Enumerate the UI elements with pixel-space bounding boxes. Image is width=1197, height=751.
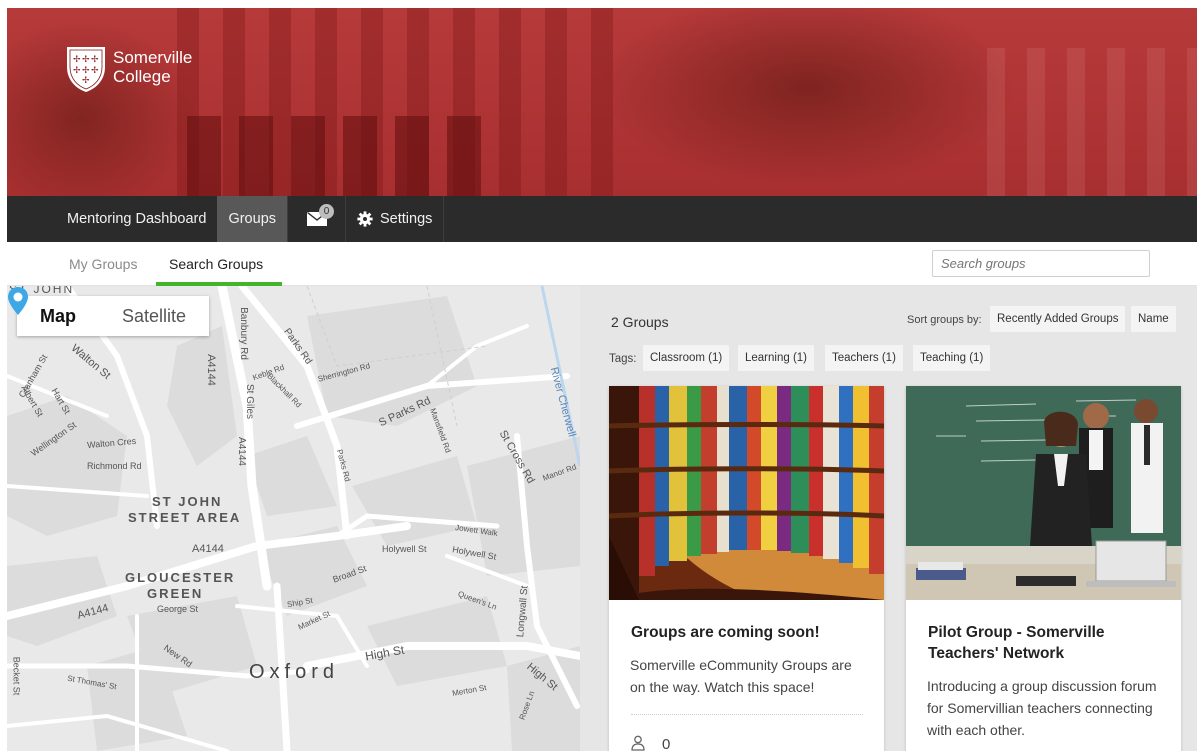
member-count: 0 [662, 736, 671, 751]
tag-learning[interactable]: Learning (1) [738, 345, 815, 371]
gear-icon [357, 211, 373, 227]
svg-text:✢: ✢ [73, 55, 81, 65]
nav-mentoring-dashboard[interactable]: Mentoring Dashboard [7, 196, 217, 242]
tag-classroom[interactable]: Classroom (1) [643, 345, 730, 371]
teachers-classroom-image [906, 386, 1181, 600]
street-label: St Giles [244, 383, 256, 420]
user-icon [631, 735, 645, 751]
tag-teachers[interactable]: Teachers (1) [825, 345, 903, 371]
tag-teaching[interactable]: Teaching (1) [913, 345, 991, 371]
main-nav: Mentoring Dashboard Groups 0 Settings [7, 196, 1197, 242]
group-description: Introducing a group discussion forum for… [927, 678, 1157, 738]
page: ✢ ✢ ✢ ✢ ✢ ✢ ✢ Somerville College Mentoring D… [0, 0, 1197, 751]
settings-label: Settings [380, 211, 433, 227]
crest-icon: ✢ ✢ ✢ ✢ ✢ ✢ ✢ [67, 47, 105, 92]
street-label: A4144 [204, 354, 217, 386]
nav-groups[interactable]: Groups [217, 196, 289, 242]
map-type-toggle: Map Satellite [17, 296, 210, 336]
hero-banner: ✢ ✢ ✢ ✢ ✢ ✢ ✢ Somerville College [7, 8, 1197, 196]
location-pin-icon[interactable] [7, 286, 29, 316]
card-divider [631, 714, 863, 715]
group-card[interactable]: Groups are coming soon! Somerville eComm… [609, 386, 884, 751]
nav-settings[interactable]: Settings [346, 196, 445, 242]
area-label: STREET AREA [128, 510, 242, 525]
street-label: Holywell St [382, 544, 427, 554]
svg-text:✢: ✢ [73, 66, 81, 76]
groups-map[interactable]: Map Satellite ST JOHN Cranham St Walton … [7, 286, 580, 751]
svg-text:✢: ✢ [82, 55, 90, 65]
street-label: Becket St [11, 656, 22, 696]
messages-count-badge: 0 [319, 204, 335, 219]
area-label: GREEN [147, 586, 204, 601]
groups-panel: 2 Groups Sort groups by: Recently Added … [580, 286, 1197, 751]
area-label: GLOUCESTER [125, 570, 236, 585]
group-title[interactable]: Groups are coming soon! [631, 622, 866, 643]
svg-text:✢: ✢ [91, 55, 99, 65]
college-name: Somerville College [113, 45, 192, 86]
svg-text:✢: ✢ [82, 66, 90, 76]
groups-count: 2 Groups [611, 314, 669, 330]
sort-recently-added-button[interactable]: Recently Added Groups [990, 306, 1126, 332]
city-label: Oxford [249, 661, 340, 683]
sort-label: Sort groups by: [907, 314, 982, 326]
svg-text:✢: ✢ [91, 66, 99, 76]
street-label: Richmond Rd [87, 461, 142, 471]
tags-label: Tags: [609, 353, 637, 365]
tab-my-groups[interactable]: My Groups [69, 256, 137, 272]
street-label: George St [157, 604, 199, 614]
tab-search-groups[interactable]: Search Groups [169, 256, 263, 272]
map-view-button[interactable]: Map [17, 296, 99, 336]
hero-building-right [987, 48, 1197, 196]
nav-messages[interactable]: 0 [288, 196, 347, 242]
hero-tree-right [597, 8, 1017, 188]
area-label: ST JOHN [152, 494, 223, 509]
street-label: Banbury Rd [237, 307, 249, 360]
search-groups-input[interactable] [932, 250, 1150, 277]
group-card[interactable]: Pilot Group - Somerville Teachers' Netwo… [906, 386, 1181, 751]
satellite-view-button[interactable]: Satellite [99, 296, 209, 336]
college-name-line2: College [113, 67, 171, 86]
street-label: A4144 [192, 543, 224, 555]
group-description: Somerville eCommunity Groups are on the … [630, 657, 852, 695]
college-logo[interactable]: ✢ ✢ ✢ ✢ ✢ ✢ ✢ Somerville College [65, 45, 192, 93]
svg-text:✢: ✢ [82, 76, 90, 86]
library-bookshelves-image [609, 386, 884, 600]
street-label: A4144 [235, 437, 247, 466]
sub-nav: My Groups Search Groups [7, 242, 1197, 286]
sort-name-button[interactable]: Name [1131, 306, 1176, 332]
college-name-line1: Somerville [113, 48, 193, 67]
group-title[interactable]: Pilot Group - Somerville Teachers' Netwo… [928, 622, 1163, 664]
hero-arches [187, 116, 487, 196]
